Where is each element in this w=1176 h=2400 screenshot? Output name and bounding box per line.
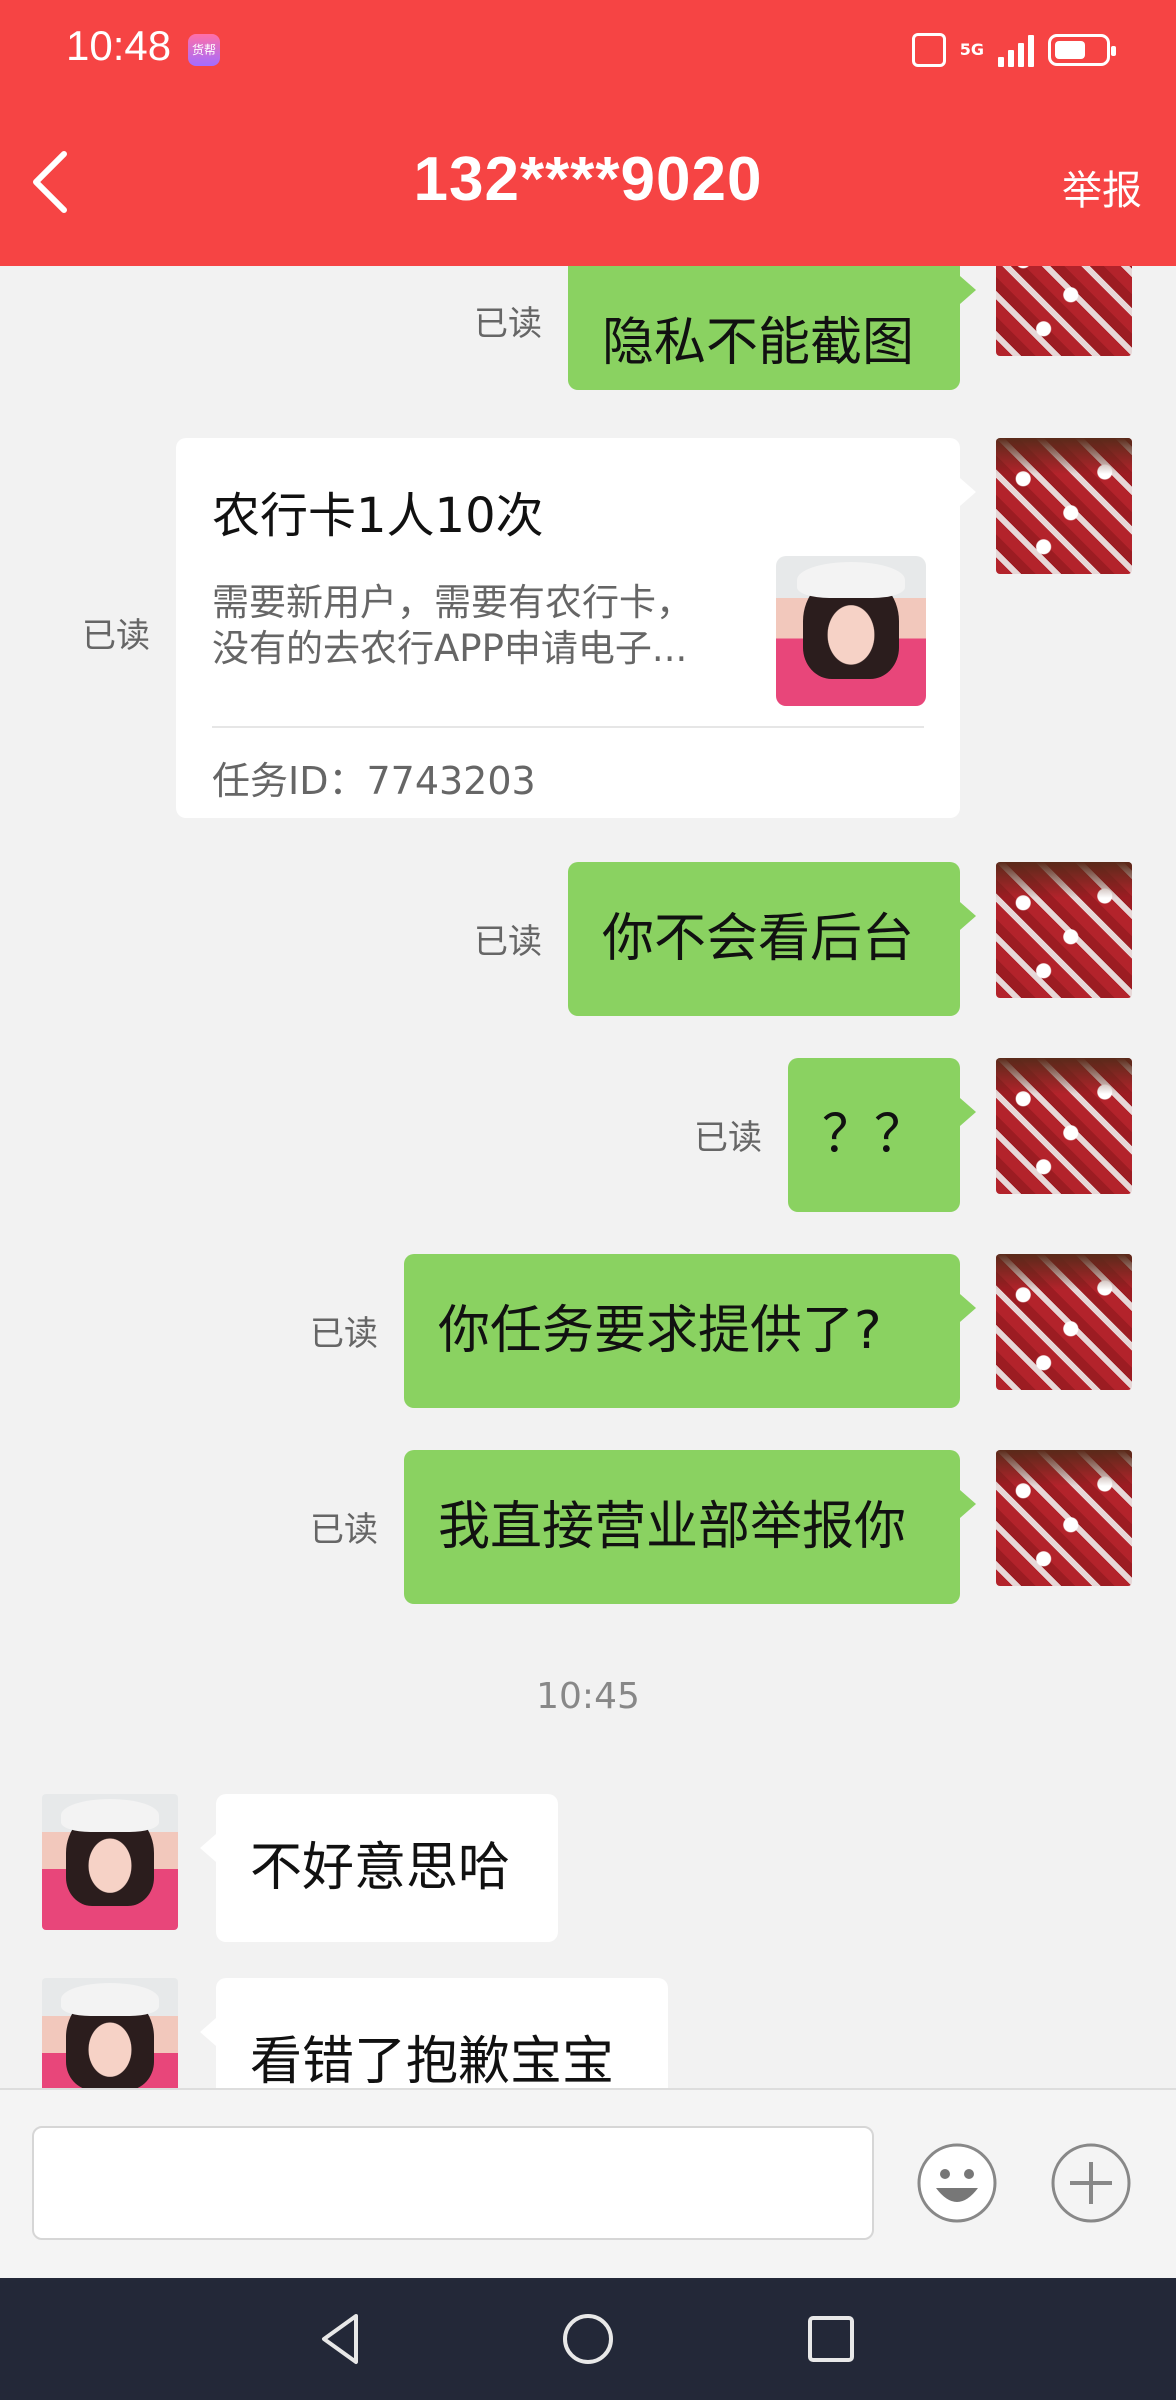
message-input[interactable]	[32, 2126, 874, 2240]
message-bubble[interactable]: 你任务要求提供了?	[404, 1254, 976, 1408]
message-bubble[interactable]: 隐私不能截图	[568, 266, 976, 390]
message-bubble[interactable]: ？？	[788, 1058, 976, 1212]
read-status: 已读	[310, 1314, 378, 1354]
read-status: 已读	[82, 616, 150, 656]
contact-avatar[interactable]	[42, 1978, 178, 2088]
message-bubble[interactable]: 你不会看后台	[568, 862, 976, 1016]
page-title: 132****9020	[413, 145, 763, 214]
message-bubble[interactable]: 看错了抱歉宝宝	[200, 1978, 668, 2088]
recents-square-icon[interactable]	[800, 2308, 862, 2370]
chat-area[interactable]: 已读 隐私不能截图 已读 农行卡1人10次 需要新用户，需要有农行卡， 没有的去…	[0, 266, 1176, 2088]
vibrate-icon	[911, 33, 946, 67]
message-bubble[interactable]: 我直接营业部举报你	[404, 1450, 976, 1604]
task-card[interactable]: 农行卡1人10次 需要新用户，需要有农行卡， 没有的去农行APP申请电子... …	[176, 438, 976, 818]
task-card-description: 需要新用户，需要有农行卡， 没有的去农行APP申请电子...	[212, 580, 732, 672]
my-avatar[interactable]	[996, 1058, 1132, 1194]
divider	[212, 726, 924, 728]
read-status: 已读	[474, 922, 542, 962]
my-avatar[interactable]	[996, 1254, 1132, 1390]
my-avatar[interactable]	[996, 862, 1132, 998]
task-card-desc-line: 没有的去农行APP申请电子...	[212, 627, 688, 670]
network-type: 5G	[959, 40, 984, 59]
report-button[interactable]: 举报	[1062, 158, 1142, 216]
signal-icon	[998, 33, 1034, 67]
contact-avatar[interactable]	[42, 1794, 178, 1930]
status-icons: 5G	[911, 28, 1116, 72]
task-card-desc-line: 需要新用户，需要有农行卡，	[212, 581, 693, 624]
chat-timestamp: 10:45	[536, 1676, 640, 1717]
read-status: 已读	[310, 1510, 378, 1550]
read-status: 已读	[694, 1118, 762, 1158]
task-card-thumbnail	[776, 556, 926, 706]
task-card-title: 农行卡1人10次	[212, 488, 544, 544]
message-bubble[interactable]: 不好意思哈	[200, 1794, 558, 1942]
my-avatar[interactable]	[996, 438, 1132, 574]
plus-icon[interactable]	[1050, 2142, 1132, 2224]
my-avatar[interactable]	[996, 1450, 1132, 1586]
home-circle-icon[interactable]	[557, 2308, 619, 2370]
status-time: 10:48	[66, 22, 172, 69]
chat-header: 132****9020 举报	[0, 100, 1176, 266]
system-nav-bar	[0, 2278, 1176, 2400]
battery-icon	[1048, 34, 1116, 66]
my-avatar[interactable]	[996, 266, 1132, 356]
input-bar	[0, 2088, 1176, 2278]
task-id: 任务ID：7743203	[212, 759, 536, 803]
app-badge-icon: 货帮	[188, 34, 220, 66]
read-status: 已读	[474, 304, 542, 344]
back-triangle-icon[interactable]	[310, 2308, 372, 2370]
status-bar: 10:48 货帮 5G	[0, 0, 1176, 100]
emoji-icon[interactable]	[916, 2142, 998, 2224]
